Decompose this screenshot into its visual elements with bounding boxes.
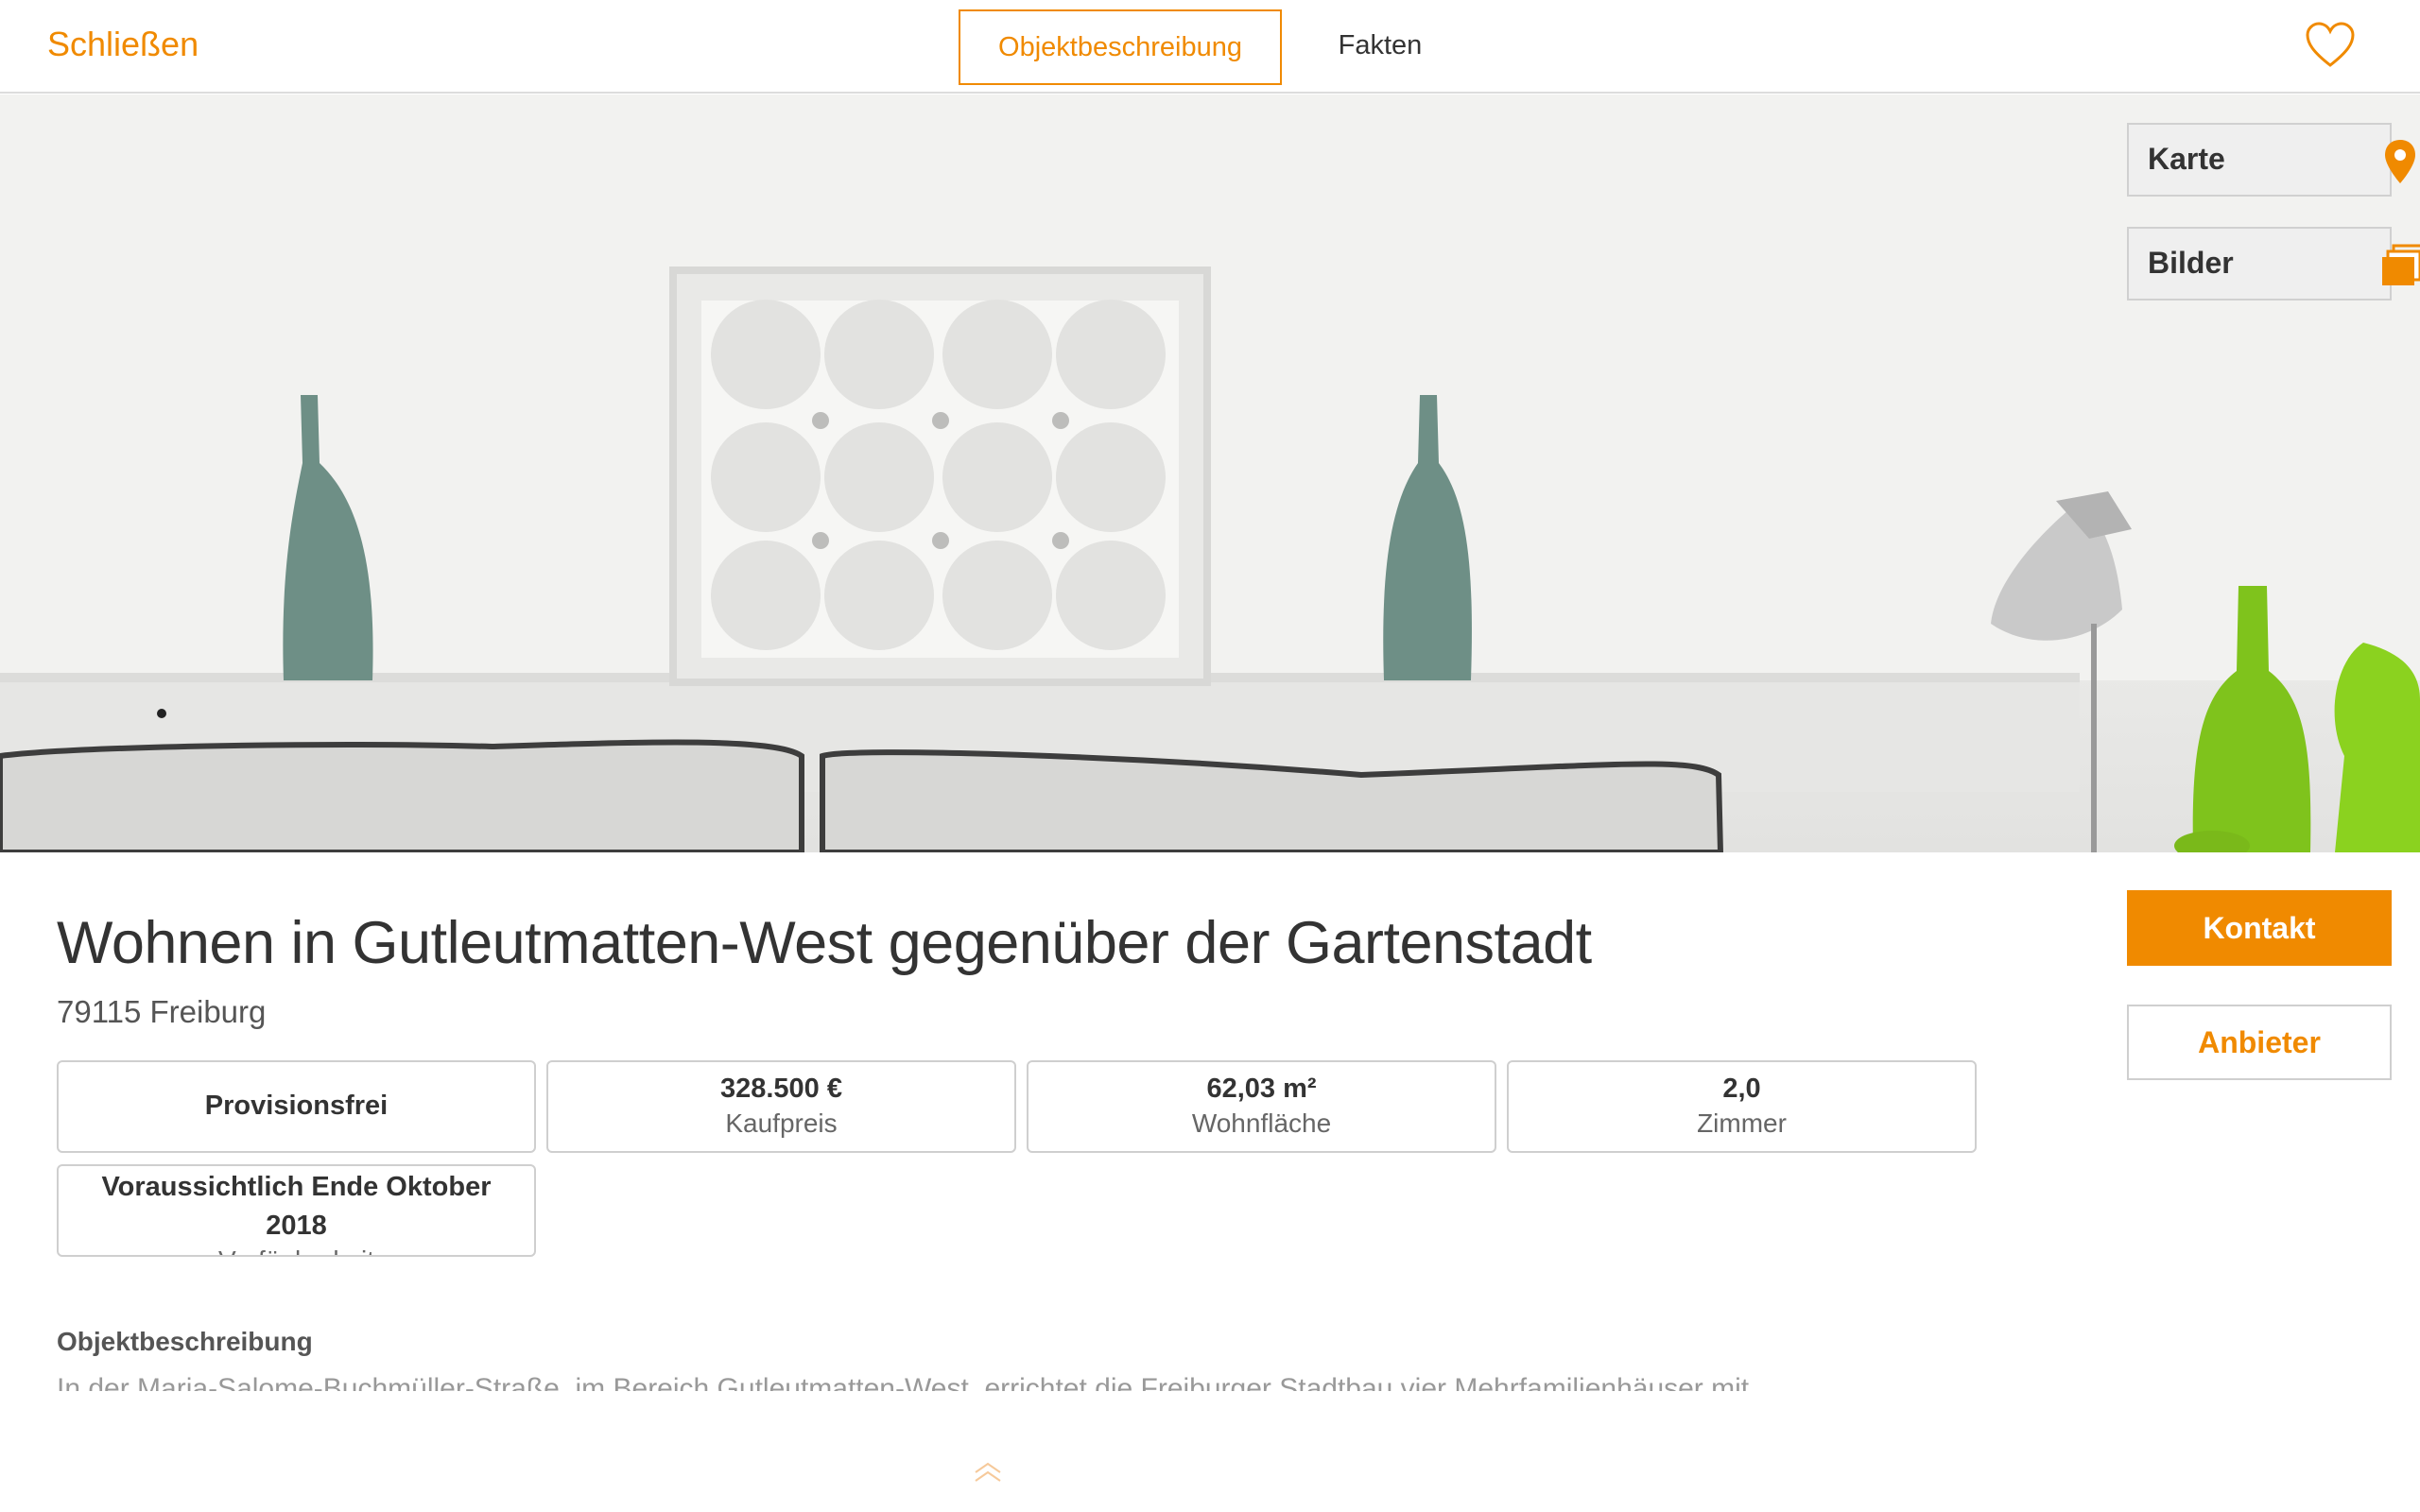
map-button[interactable]: Karte [2127,123,2415,197]
top-bar: Schließen Objektbeschreibung Fakten [0,0,2420,94]
fact-label: Verfügbarkeit [59,1246,534,1255]
fact-value: 2,0 [1722,1074,1761,1104]
listing-address: 79115 Freiburg [57,994,267,1029]
fact-label: Zimmer [1697,1108,1787,1138]
tab-fakten[interactable]: Fakten [1305,9,1456,85]
listing-title: Wohnen in Gutleutmatten-West gegenüber d… [57,910,1592,976]
provider-button[interactable]: Anbieter [2127,1005,2392,1080]
fact-availability: Voraussichtlich Ende Oktober 2018 Verfüg… [57,1164,536,1257]
hero-image[interactable]: Karte Bilder [0,94,2420,852]
fact-value: Voraussichtlich Ende Oktober 2018 [101,1172,492,1241]
map-button-label: Karte [2148,142,2225,176]
heart-icon[interactable] [2305,21,2356,72]
close-link[interactable]: Schließen [47,25,199,64]
description-heading: Objektbeschreibung [57,1327,313,1356]
contact-button[interactable]: Kontakt [2127,890,2392,966]
images-button-label: Bilder [2148,246,2234,280]
fact-value: Provisionsfrei [204,1091,389,1121]
fact-price: 328.500 € Kaufpreis [546,1060,1016,1153]
fact-commission: Provisionsfrei [57,1060,536,1153]
fact-label: Wohnfläche [1191,1108,1332,1138]
tab-objektbeschreibung[interactable]: Objektbeschreibung [959,9,1282,85]
fact-value: 328.500 € [719,1074,842,1104]
fact-rooms: 2,0 Zimmer [1507,1060,1977,1153]
hero-illustration [0,94,2420,852]
expand-chevron-icon[interactable] [972,1461,1004,1484]
images-button[interactable]: Bilder [2127,227,2420,301]
fact-living-area: 62,03 m² Wohnfläche [1027,1060,1496,1153]
fact-label: Kaufpreis [725,1108,838,1138]
fact-value: 62,03 m² [1206,1074,1317,1104]
description-text: In der Maria-Salome-Buchmüller-Straße, i… [57,1373,1750,1391]
